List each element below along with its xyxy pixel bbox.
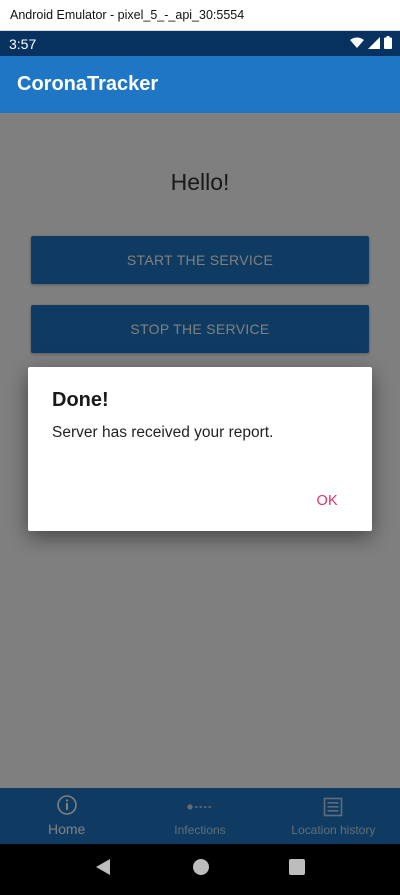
status-icons bbox=[350, 35, 392, 52]
dialog-title: Done! bbox=[52, 389, 109, 411]
system-navigation-bar bbox=[0, 844, 400, 895]
dialog-ok-button[interactable]: OK bbox=[316, 493, 338, 509]
report-done-dialog: Done! Server has received your report. O… bbox=[28, 367, 372, 531]
status-time: 3:57 bbox=[9, 35, 37, 52]
back-icon[interactable] bbox=[95, 858, 113, 881]
home-circle-icon[interactable] bbox=[192, 858, 210, 881]
emulator-title-bar: Android Emulator - pixel_5_-_api_30:5554 bbox=[0, 0, 400, 31]
status-bar: 3:57 bbox=[0, 31, 400, 56]
recents-square-icon[interactable] bbox=[289, 859, 306, 880]
dialog-message: Server has received your report. bbox=[52, 424, 274, 441]
wifi-icon bbox=[350, 36, 364, 52]
battery-icon bbox=[384, 35, 392, 52]
app-title: CoronaTracker bbox=[17, 73, 159, 95]
signal-icon bbox=[368, 36, 380, 52]
app-bar: CoronaTracker bbox=[0, 56, 400, 113]
emulator-title: Android Emulator - pixel_5_-_api_30:5554 bbox=[10, 8, 245, 22]
phone-screen: 3:57 CoronaTracker Hello! START THE SERV… bbox=[0, 31, 400, 895]
